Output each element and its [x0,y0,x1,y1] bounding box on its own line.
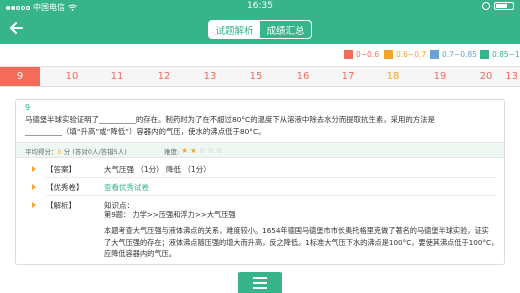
answer-value: 大气压强 （1分） 降低 （1分） [104,165,211,174]
legend-item: 0.85~1 [480,50,520,59]
legend-item: 0.7~0.85 [430,50,477,59]
question-number-tab[interactable]: 12 [144,67,184,86]
difficulty-rating: 难度: ★ ★ ☆ ☆ ☆ [164,146,223,157]
question-text-line: 马德堡半球实验证明了__________的存在。制药时为了在不超过80°C的温度… [25,115,435,124]
divider [46,195,496,196]
average-score: 平均得分：0 分 (答对0人/答错5人) [25,146,127,156]
view-segmented-control: 试题解析 成绩汇总 [208,20,312,39]
tab-analysis[interactable]: 试题解析 [209,21,260,38]
back-arrow-icon[interactable] [8,20,24,36]
analysis-line: 应降低容器内的气压。 [104,249,176,258]
question-number-tab[interactable]: 10 [52,67,92,86]
star-outline-icon: ☆ [207,146,215,155]
legend-item: 0.6~0.7 [384,50,426,59]
knowledge-point-value: 第9题： 力学>>压强和浮力>>大气压强 [104,210,236,219]
analysis-line: 了大气压强的存在；液体沸点随压强的增大而升高，反之降低。1标准大气压下水的沸点是… [104,237,499,247]
question-card: 9 马德堡半球实验证明了__________的存在。制药时为了在不超过80°C的… [15,99,505,265]
question-number: 9 [25,103,31,112]
question-number-tab[interactable]: 19 [420,67,460,86]
battery-icon [494,2,514,10]
bullet-triangle-icon [32,202,36,208]
legend-swatch [480,50,489,59]
view-excellent-paper-link[interactable]: 查看优秀试卷 [104,182,149,193]
tab-summary[interactable]: 成绩汇总 [260,21,311,38]
legend-swatch [384,50,393,59]
score-stats-bar: 平均得分：0 分 (答对0人/答错5人) 难度: ★ ★ ☆ ☆ ☆ [16,142,504,158]
divider [46,177,496,178]
star-icon: ★ [181,146,188,155]
star-outline-icon: ☆ [198,146,206,155]
legend-swatch [344,50,353,59]
excellent-paper-label: 【优秀卷】 [46,183,84,192]
answer-label: 【答案】 [46,165,76,174]
question-number-tab[interactable]: 17 [328,67,368,86]
question-number-tab[interactable]: 18 [373,67,413,86]
average-score-value: 0 [57,148,62,156]
menu-button[interactable] [238,272,282,293]
status-right [482,2,514,10]
question-number-tab[interactable]: 15 [236,67,276,86]
question-number-tab[interactable]: 13 [500,67,520,86]
legend-label: 0.7~0.85 [442,50,477,59]
legend-label: 0~0.6 [356,50,379,59]
menu-icon [253,282,267,284]
legend-label: 0.85~1 [492,50,520,59]
legend-item: 0~0.6 [344,50,379,59]
status-bar: 中国电信 16:35 [0,0,520,13]
analysis-line: 本题考查大气压强与液体沸点的关系，难度较小。1654年德国马德堡市市长奥托格里克… [104,226,489,235]
question-number-tab[interactable]: 11 [97,67,137,86]
star-outline-icon: ☆ [216,146,223,155]
status-time: 16:35 [247,1,273,11]
question-number-tab[interactable]: 16 [283,67,323,86]
accuracy-legend: 0~0.6 0.6~0.7 0.7~0.85 0.85~1 [0,44,520,66]
legend-label: 0.6~0.7 [396,50,427,59]
average-score-detail: (答对0人/答错5人) [72,148,127,156]
average-score-label: 平均得分： [25,148,58,156]
difficulty-label: 难度: [164,148,180,156]
question-number-tab[interactable]: 9 [0,67,40,86]
legend-swatch [430,50,439,59]
analysis-paragraph: 本题考查大气压强与液体沸点的关系，难度较小。1654年德国马德堡市市长奥托格里克… [104,225,499,260]
average-score-unit: 分 [63,148,71,156]
menu-icon [253,287,267,289]
question-text: 马德堡半球实验证明了__________的存在。制药时为了在不超过80°C的温度… [25,114,495,137]
menu-icon [253,277,267,279]
star-icon: ★ [189,146,197,155]
question-number-tab[interactable]: 13 [190,67,230,86]
analysis-label: 【解析】 [46,201,76,210]
question-number-bar: 9 10 11 12 13 15 16 17 18 19 20 13 [0,66,520,87]
orientation-lock-icon [482,2,490,10]
bullet-triangle-icon [32,184,36,190]
question-text-line: __________（填“升高”或“降低”）容器内的气压，使水的沸点低于80°C… [25,126,266,136]
bullet-triangle-icon [32,166,36,172]
